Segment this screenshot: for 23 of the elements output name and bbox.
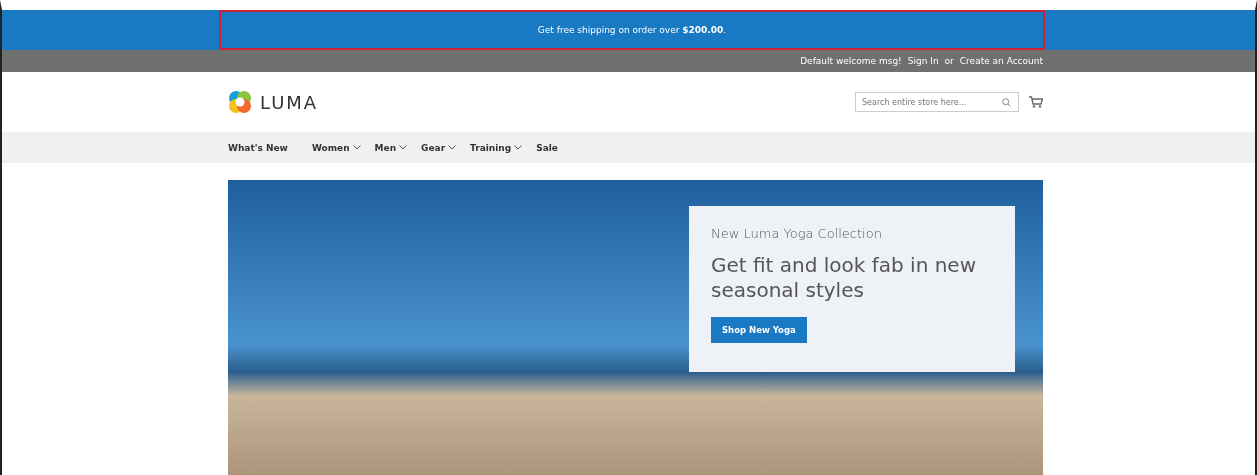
cart-icon[interactable]	[1029, 96, 1043, 108]
search-field[interactable]: Search entire store here...	[855, 92, 1019, 112]
shop-button[interactable]: Shop New Yoga	[711, 317, 807, 343]
hero-subtitle: New Luma Yoga Collection	[711, 226, 883, 241]
chevron-down-icon	[514, 145, 523, 150]
separator-text: or	[944, 56, 954, 66]
create-account-link[interactable]: Create an Account	[959, 56, 1043, 66]
welcome-message: Default welcome msg!	[800, 56, 902, 66]
nav-menu-item[interactable]: Training	[470, 142, 523, 153]
logo-text[interactable]: LUMA	[260, 91, 319, 113]
sign-in-link[interactable]: Sign In	[907, 56, 939, 66]
nav-menu-item[interactable]: Women	[311, 142, 361, 153]
logo-icon[interactable]	[228, 90, 252, 114]
nav-menu-item[interactable]: What's New	[228, 142, 288, 153]
chevron-down-icon	[448, 145, 457, 150]
nav-menu-item[interactable]: Sale	[536, 142, 558, 153]
chevron-down-icon	[352, 145, 361, 150]
chevron-down-icon	[399, 145, 408, 150]
search-icon[interactable]	[1002, 97, 1011, 107]
nav-menu-item[interactable]: Gear	[421, 142, 457, 153]
nav-menu-item[interactable]: Men	[374, 142, 408, 153]
hero-headline: Get fit and look fab in new seasonal styles	[711, 253, 978, 303]
promo-banner-text: Get free shipping on order over $200.00.	[537, 25, 727, 35]
